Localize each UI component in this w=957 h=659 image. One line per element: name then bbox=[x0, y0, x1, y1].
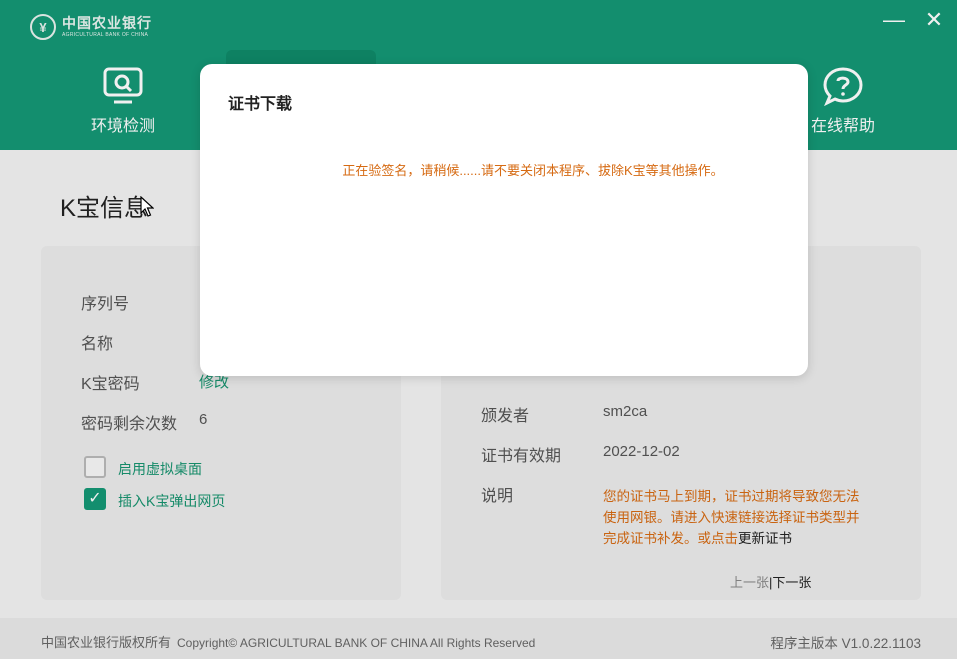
section-title: K宝信息 bbox=[60, 195, 149, 222]
issuer-value: sm2ca bbox=[603, 403, 648, 420]
next-certificate-link[interactable]: 下一张 bbox=[772, 575, 811, 590]
issuer-label: 颁发者 bbox=[481, 408, 530, 425]
certificate-warning-text: 您的证书马上到期，证书过期将导致您无法使用网银。请进入快速链接选择证书类型并完成… bbox=[603, 486, 863, 549]
remaining-attempts-value: 6 bbox=[199, 411, 208, 428]
app-version-text: 程序主版本 V1.0.22.1103 bbox=[770, 636, 921, 651]
virtual-desktop-label[interactable]: 启用虚拟桌面 bbox=[118, 459, 202, 479]
monitor-check-icon bbox=[103, 67, 143, 104]
remaining-attempts-label: 密码剩余次数 bbox=[81, 416, 178, 433]
nav-environment-label: 环境检测 bbox=[90, 118, 155, 135]
prev-certificate-link[interactable]: 上一张 bbox=[730, 575, 769, 590]
nav-environment-check[interactable]: 环境检测 bbox=[68, 66, 178, 136]
dialog-title: 证书下载 bbox=[228, 96, 293, 113]
popup-page-label[interactable]: 插入K宝弹出网页 bbox=[118, 491, 225, 511]
validity-value: 2022-12-02 bbox=[603, 443, 680, 460]
help-bubble-icon bbox=[823, 67, 863, 106]
validity-label: 证书有效期 bbox=[481, 448, 562, 465]
dialog-status-message: 正在验签名，请稍候......请不要关闭本程序、拔除K宝等其他操作。 bbox=[342, 163, 724, 178]
minimize-button[interactable]: — bbox=[882, 8, 906, 32]
serial-label: 序列号 bbox=[81, 296, 130, 313]
app-footer: 中国农业银行版权所有 Copyright© AGRICULTURAL BANK O… bbox=[0, 618, 957, 659]
name-label: 名称 bbox=[81, 336, 114, 353]
popup-page-checkbox[interactable]: ✓ bbox=[84, 488, 106, 510]
certificate-pager: 上一张|下一张 bbox=[730, 572, 811, 591]
logo-name-cn: 中国农业银行 bbox=[62, 15, 152, 31]
close-button[interactable]: ✕ bbox=[922, 8, 946, 32]
bank-logo: ¥ 中国农业银行 AGRICULTURAL BANK OF CHINA bbox=[30, 14, 152, 40]
password-label: K宝密码 bbox=[81, 376, 140, 393]
virtual-desktop-checkbox[interactable] bbox=[84, 456, 106, 478]
footer-copyright-text: Copyright© AGRICULTURAL BANK OF CHINA Al… bbox=[177, 636, 536, 650]
abc-logo-icon: ¥ bbox=[30, 14, 56, 40]
logo-name-en: AGRICULTURAL BANK OF CHINA bbox=[62, 32, 149, 38]
update-certificate-link[interactable]: 更新证书 bbox=[738, 531, 792, 546]
footer-rights-text: 中国农业银行版权所有 bbox=[41, 635, 172, 650]
description-label: 说明 bbox=[481, 488, 514, 505]
certificate-warning-message: 您的证书马上到期，证书过期将导致您无法使用网银。请进入快速链接选择证书类型并完成… bbox=[603, 489, 860, 546]
mouse-cursor-icon bbox=[140, 196, 154, 217]
certificate-download-dialog: 证书下载 正在验签名，请稍候......请不要关闭本程序、拔除K宝等其他操作。 bbox=[200, 64, 808, 376]
